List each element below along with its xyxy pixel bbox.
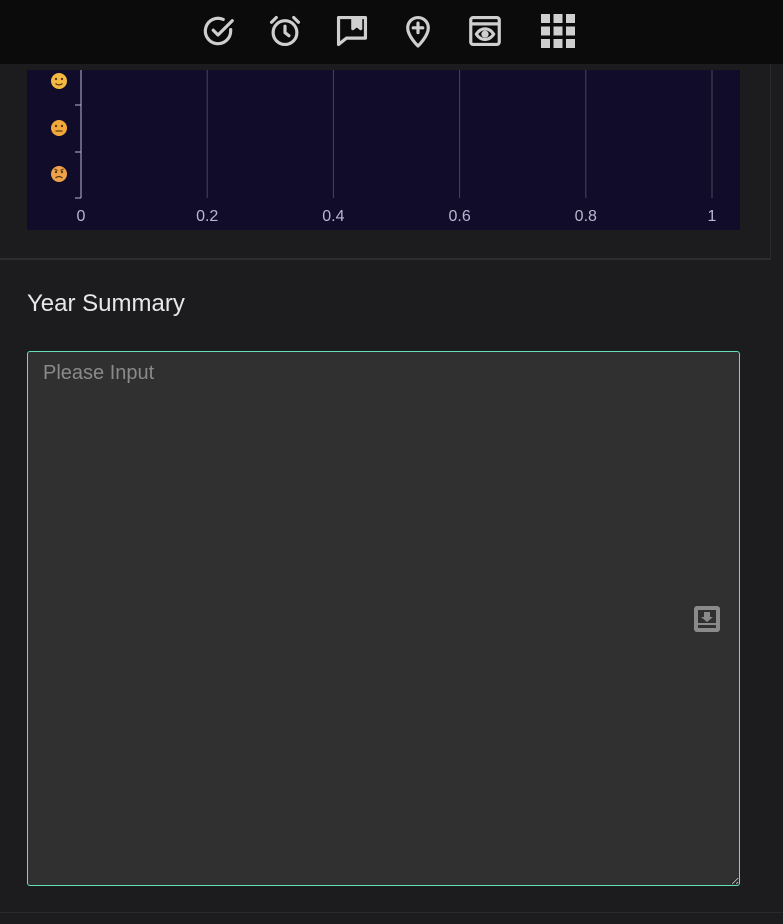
panel-edge <box>770 64 771 260</box>
top-toolbar <box>0 0 783 64</box>
year-summary-title: Year Summary <box>27 290 185 317</box>
x-tick-label: 0.2 <box>196 208 218 225</box>
check-circle-icon[interactable] <box>199 12 237 50</box>
x-tick-label: 0.6 <box>448 208 470 225</box>
year-summary-field-wrap <box>27 351 740 886</box>
y-category-label <box>51 166 67 182</box>
mood-chart-svg: 0 0.2 0.4 0.6 0.8 1 <box>51 70 717 225</box>
save-download-icon[interactable] <box>693 605 721 633</box>
x-tick-label: 0.8 <box>575 208 597 225</box>
x-tick-label: 0 <box>77 208 86 225</box>
apps-grid-icon[interactable] <box>539 12 577 50</box>
preview-eye-icon[interactable] <box>466 12 504 50</box>
section-divider <box>0 258 771 260</box>
alarm-clock-icon[interactable] <box>266 12 304 50</box>
bottom-border <box>0 912 783 913</box>
bookmark-comment-icon[interactable] <box>333 12 371 50</box>
mood-chart: 0 0.2 0.4 0.6 0.8 1 <box>27 70 740 230</box>
location-add-icon[interactable] <box>399 12 437 50</box>
y-category-label <box>51 120 67 136</box>
y-category-label <box>51 73 67 89</box>
x-tick-label: 1 <box>708 208 717 225</box>
year-summary-input[interactable] <box>27 351 740 886</box>
x-tick-label: 0.4 <box>322 208 344 225</box>
